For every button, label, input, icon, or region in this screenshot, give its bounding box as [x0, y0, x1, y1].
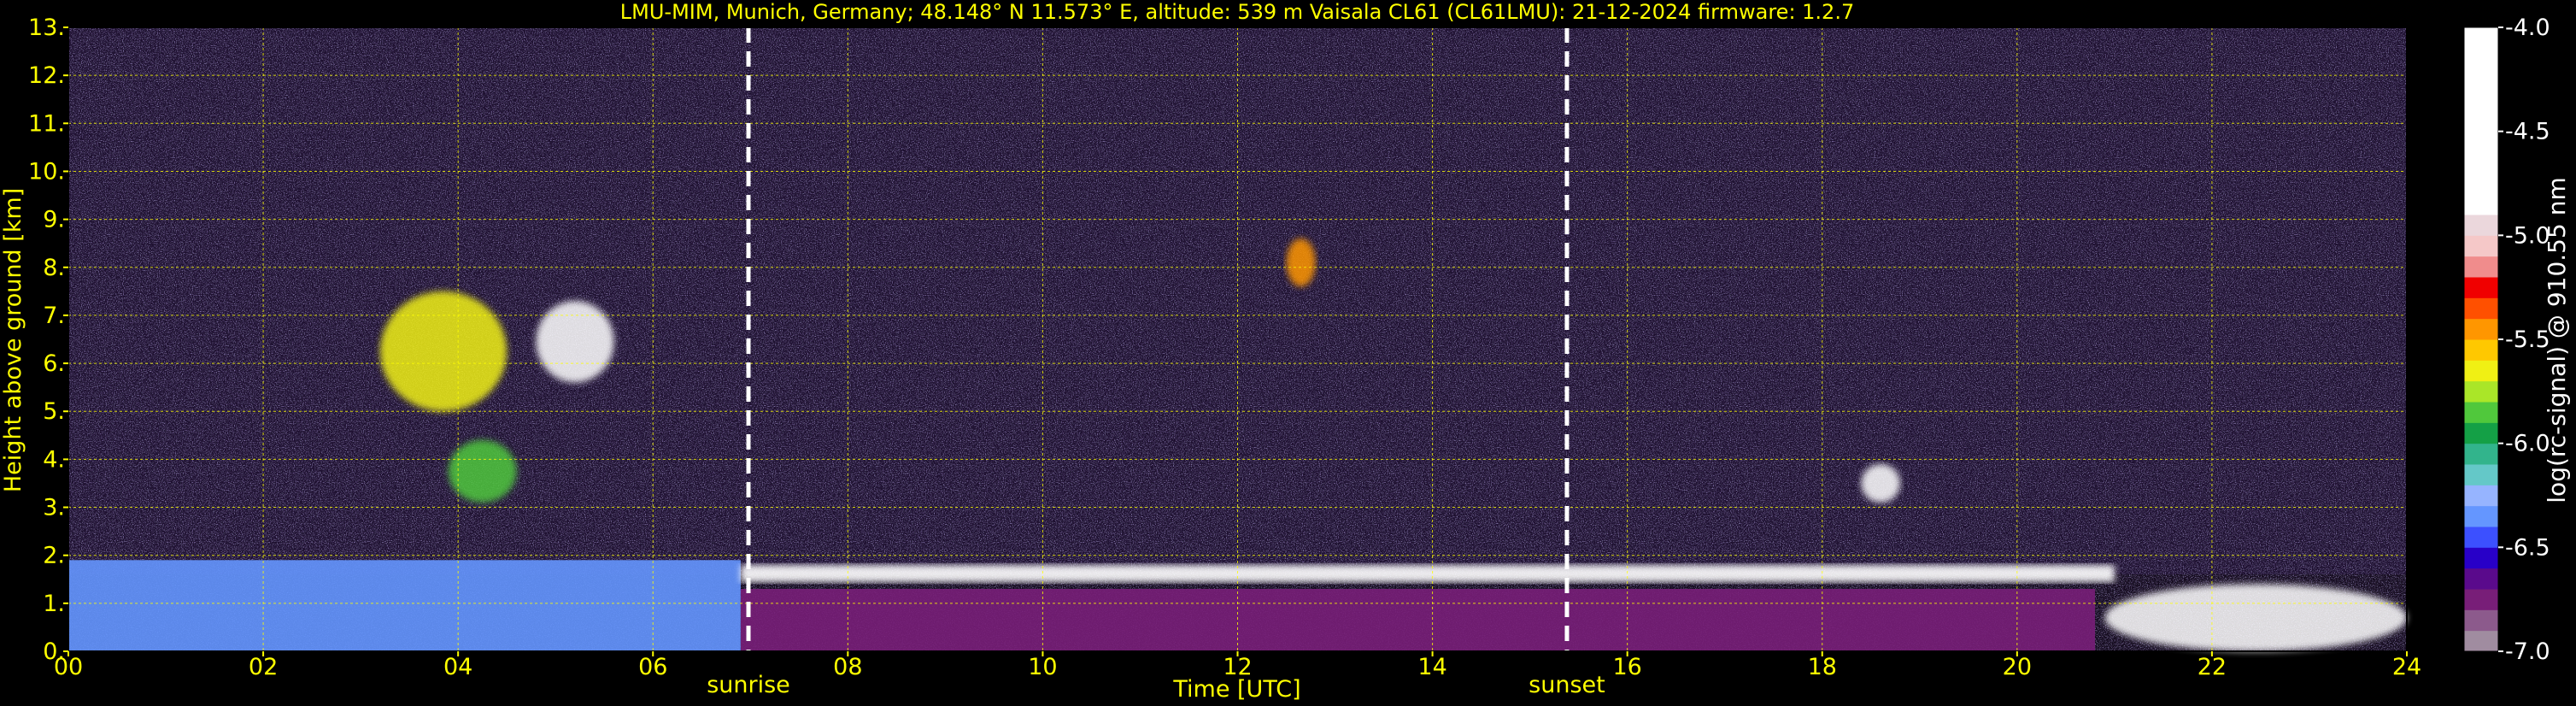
y-tick-label: 0.: [43, 638, 65, 665]
colorbar-label: log(rc-signal) @ 910.55 nm: [2543, 177, 2571, 503]
colorbar-segment: [2464, 568, 2498, 590]
y-tick-label: 13.: [28, 15, 65, 41]
colorbar-segment: [2464, 215, 2498, 236]
boundary-layer: [68, 560, 741, 651]
y-tick-labels: 0. 1. 2. 3. 4. 5. 6. 7. 8. 9. 10. 11. 12. 13.: [28, 15, 68, 665]
x-axis-label: Time [UTC]: [1172, 676, 1300, 703]
colorbar-segment: [2464, 27, 2498, 215]
x-tick-label: 04: [443, 654, 472, 680]
colorbar-segment: [2464, 297, 2498, 320]
y-tick-label: 10.: [28, 158, 65, 185]
cloud-base-layer: [740, 564, 2115, 583]
y-tick-label: 4.: [43, 446, 65, 473]
colorbar-segment: [2464, 318, 2498, 340]
y-tick-label: 11.: [28, 110, 65, 137]
colorbar-segment: [2464, 380, 2498, 403]
x-tick-label: 14: [1417, 654, 1446, 680]
colorbar-segment: [2464, 402, 2498, 423]
colorbar-segment: [2464, 235, 2498, 257]
colorbar-segment: [2464, 630, 2498, 652]
colorbar-segment: [2464, 422, 2498, 444]
colorbar-segment: [2464, 505, 2498, 527]
colorbar: [2464, 27, 2498, 652]
ceilometer-chart: LMU-MIM, Munich, Germany; 48.148° N 11.5…: [0, 0, 2571, 703]
x-tick-label: 02: [249, 654, 278, 680]
colorbar-segment: [2464, 547, 2498, 569]
y-tick-label: 8.: [43, 255, 65, 281]
cloud-feature: [1286, 238, 1316, 287]
x-tick-label: 16: [1612, 654, 1641, 680]
boundary-layer: [740, 589, 2096, 651]
colorbar-segment: [2464, 360, 2498, 382]
y-tick-label: 12.: [28, 62, 65, 89]
cloud-feature: [448, 439, 517, 503]
y-tick-label: 7.: [43, 303, 65, 329]
colorbar-tick-label: -4.0: [2505, 15, 2550, 41]
colorbar-tick-label: -4.5: [2505, 119, 2550, 145]
y-tick-label: 6.: [43, 350, 65, 377]
cloud-feature: [379, 291, 508, 412]
sunset-label: sunset: [1529, 672, 1605, 698]
x-tick-label: 20: [2003, 654, 2032, 680]
colorbar-tick-label: -6.5: [2505, 534, 2550, 561]
y-axis-label: Height above ground [km]: [0, 188, 26, 492]
colorbar-segment: [2464, 589, 2498, 610]
colorbar-segment: [2464, 256, 2498, 278]
cloud-feature: [1861, 464, 1900, 503]
y-tick-label: 3.: [43, 495, 65, 521]
colorbar-segment: [2464, 339, 2498, 361]
colorbar-segment: [2464, 485, 2498, 507]
y-tick-label: 5.: [43, 398, 65, 425]
sunrise-label: sunrise: [707, 672, 790, 698]
colorbar-segment: [2464, 609, 2498, 632]
colorbar-tick-label: -7.0: [2505, 638, 2550, 665]
x-tick-label: 06: [638, 654, 667, 680]
y-tick-label: 1.: [43, 591, 65, 617]
cloud-feature: [536, 301, 614, 383]
x-tick-label: 10: [1028, 654, 1057, 680]
y-tick-label: 2.: [43, 543, 65, 569]
colorbar-segment: [2464, 527, 2498, 548]
x-tick-label: 22: [2198, 654, 2227, 680]
x-tick-label: 08: [833, 654, 862, 680]
cloud-feature: [2104, 584, 2407, 651]
colorbar-segment: [2464, 443, 2498, 465]
x-tick-label: 24: [2392, 654, 2421, 680]
x-tick-label: 18: [1808, 654, 1837, 680]
chart-title: LMU-MIM, Munich, Germany; 48.148° N 11.5…: [620, 0, 1854, 24]
colorbar-segment: [2464, 464, 2498, 485]
y-tick-label: 9.: [43, 207, 65, 233]
colorbar-segment: [2464, 277, 2498, 298]
